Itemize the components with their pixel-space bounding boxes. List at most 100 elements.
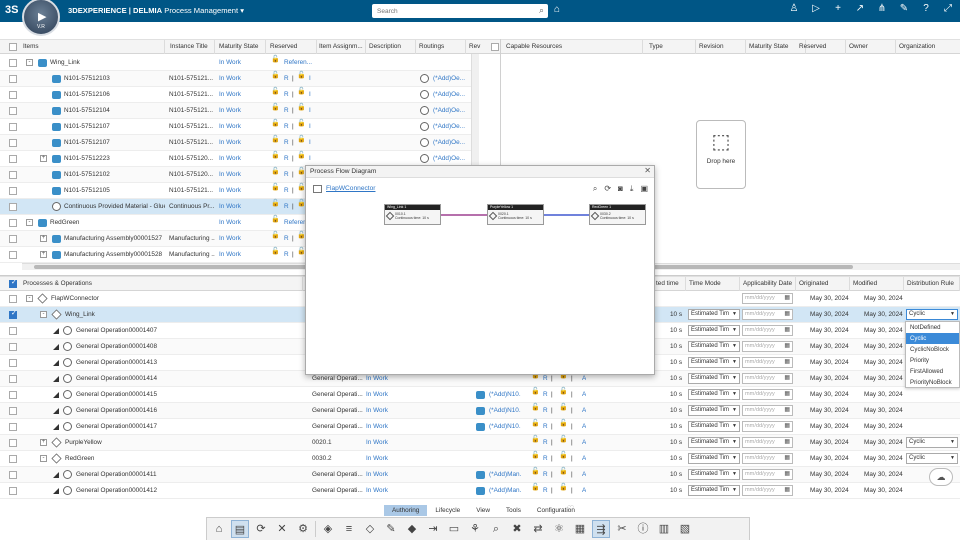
layout-icon[interactable]: ▧ — [676, 520, 694, 538]
applicability-date-input[interactable]: mm/dd/yyyy ▦ — [742, 437, 793, 448]
assignment-link[interactable]: I — [309, 103, 311, 119]
network-icon[interactable]: ⋔ — [876, 3, 888, 14]
assign-icon[interactable]: ⚙ — [294, 520, 312, 538]
time-mode-select[interactable]: Estimated Tim — [688, 421, 740, 432]
fullscreen-icon[interactable]: ⤢ — [942, 3, 954, 14]
calendar-icon[interactable]: ▦ — [784, 342, 790, 351]
table-row[interactable]: N101-57512103 N101-575121... In Work 🔓 R | 🔓 I(… — [0, 71, 471, 87]
reserved-value[interactable]: R — [543, 403, 548, 419]
lock-icon[interactable]: 🔓 — [531, 419, 540, 427]
lock-icon[interactable]: 🔓 — [531, 435, 540, 443]
row-checkbox[interactable] — [9, 455, 17, 463]
table-row[interactable]: ◢ General Operation00001411 General Operat… — [0, 467, 960, 483]
maturity-state[interactable]: In Work — [219, 215, 265, 231]
expand-toggle[interactable]: - — [26, 295, 33, 302]
capable-resource[interactable]: (*Add)N10... — [489, 387, 521, 403]
resources-column-header[interactable]: Capable Resources — [503, 40, 643, 54]
applicability-date-input[interactable]: mm/dd/yyyy ▦ — [742, 469, 793, 480]
items-column-header[interactable]: Routings — [416, 40, 466, 54]
distribution-rule-select[interactable]: Cyclic — [906, 309, 958, 320]
row-checkbox[interactable] — [9, 235, 17, 243]
items-column-header[interactable]: Maturity State — [216, 40, 266, 54]
capable-resource[interactable]: (*Add)Man... — [489, 467, 521, 483]
calendar-icon[interactable]: ▦ — [784, 438, 790, 447]
calendar-icon[interactable]: ▦ — [784, 374, 790, 383]
assignment-link[interactable]: A — [582, 483, 586, 499]
time-mode-select[interactable]: Estimated Tim — [688, 405, 740, 416]
row-checkbox[interactable] — [9, 219, 17, 227]
table-row[interactable]: ◢ General Operation00001412 General Operat… — [0, 483, 960, 499]
reserved-value[interactable]: R — [543, 483, 548, 499]
maturity-state[interactable]: In Work — [219, 71, 265, 87]
tag-icon[interactable]: ⌂ — [554, 4, 560, 15]
lock-icon[interactable]: 🔓 — [271, 135, 280, 143]
maturity-state[interactable]: In Work — [219, 119, 265, 135]
flow-icon[interactable]: ⇥ — [424, 520, 442, 538]
lock-icon[interactable]: 🔓 — [559, 435, 568, 443]
process-column-header[interactable]: ted time — [653, 277, 686, 291]
flow-node[interactable]: PurpleYellow 1 0020.1 Continuous time: 10 … — [487, 204, 544, 225]
time-mode-select[interactable]: Estimated Tim — [688, 373, 740, 384]
favorite-icon[interactable]: ♡ — [567, 504, 574, 513]
expand-toggle[interactable]: + — [40, 235, 47, 242]
add-icon[interactable]: + — [832, 3, 844, 14]
calendar-icon[interactable]: ▦ — [784, 454, 790, 463]
row-checkbox[interactable] — [9, 375, 17, 383]
lock-icon[interactable]: 🔓 — [271, 215, 280, 223]
tab-configuration[interactable]: Configuration — [529, 505, 583, 516]
link-icon[interactable]: ◆ — [403, 520, 421, 538]
home-icon[interactable]: ⌂ — [210, 520, 228, 538]
applicability-date-input[interactable]: mm/dd/yyyy ▦ — [742, 453, 793, 464]
group-icon[interactable]: ⚛ — [550, 520, 568, 538]
compass-widget[interactable]: ▶ V.R — [22, 0, 60, 36]
resources-column-header[interactable]: Reserved — [796, 40, 846, 54]
reserved-value[interactable]: R — [543, 419, 548, 435]
row-checkbox[interactable] — [9, 359, 17, 367]
expand-toggle[interactable]: + — [40, 439, 47, 446]
lock-icon[interactable]: 🔓 — [271, 231, 280, 239]
insert-system-icon[interactable]: ◈ — [319, 520, 337, 538]
node-icon[interactable]: ▭ — [445, 520, 463, 538]
process-maturity-state[interactable]: In Work — [366, 451, 406, 467]
row-checkbox[interactable] — [9, 59, 17, 67]
lock-icon[interactable]: 🔓 — [271, 151, 280, 159]
capable-resource[interactable]: (*Add)N10... — [489, 419, 521, 435]
assignment-link[interactable]: A — [582, 435, 586, 451]
cut-icon[interactable]: ✕ — [273, 520, 291, 538]
resources-column-header[interactable]: Owner — [846, 40, 896, 54]
maturity-state[interactable]: In Work — [219, 231, 265, 247]
lock-icon[interactable]: 🔓 — [559, 483, 568, 491]
reserved-value[interactable]: R — [543, 467, 548, 483]
lock-icon[interactable]: 🔓 — [531, 403, 540, 411]
chat-icon[interactable]: ☁ — [929, 468, 953, 486]
lock-icon[interactable]: 🔓 — [531, 451, 540, 459]
items-column-header[interactable]: Instance Title — [167, 40, 215, 54]
help-icon[interactable]: ? — [920, 3, 932, 14]
applicability-date-input[interactable]: mm/dd/yyyy ▦ — [742, 485, 793, 496]
routing-value[interactable]: (*Add)Oe... — [433, 71, 467, 87]
time-mode-select[interactable]: Estimated Tim — [688, 485, 740, 496]
process-column-header[interactable]: Time Mode — [686, 277, 740, 291]
reserved-value[interactable]: Referen... — [284, 55, 314, 71]
row-checkbox[interactable] — [9, 391, 17, 399]
drop-zone[interactable]: ⬚ Drop here — [696, 120, 746, 189]
row-checkbox[interactable] — [9, 123, 17, 131]
items-column-header[interactable]: Description — [366, 40, 416, 54]
assignment-link[interactable]: I — [309, 71, 311, 87]
maturity-state[interactable]: In Work — [219, 151, 265, 167]
insert-operation-icon[interactable]: ≡ — [340, 520, 358, 538]
select-all-checkbox[interactable] — [9, 43, 17, 51]
expand-toggle[interactable]: - — [40, 311, 47, 318]
measure-icon[interactable]: ✂ — [613, 520, 631, 538]
applicability-date-input[interactable]: mm/dd/yyyy ▦ — [742, 293, 793, 304]
process-view-icon[interactable]: ▤ — [231, 520, 249, 538]
search-input[interactable] — [372, 4, 522, 18]
lock-icon[interactable]: 🔓 — [559, 403, 568, 411]
lock-icon[interactable]: 🔓 — [531, 387, 540, 395]
row-checkbox[interactable] — [9, 309, 17, 319]
table-row[interactable]: - RedGreen 0030.2 In Work 🔓 R | 🔓 | A 10 s Estimate… — [0, 451, 960, 467]
maturity-state[interactable]: In Work — [219, 87, 265, 103]
lock-icon[interactable]: 🔓 — [271, 119, 280, 127]
time-mode-select[interactable]: Estimated Tim — [688, 341, 740, 352]
lock-icon[interactable]: 🔓 — [271, 87, 280, 95]
